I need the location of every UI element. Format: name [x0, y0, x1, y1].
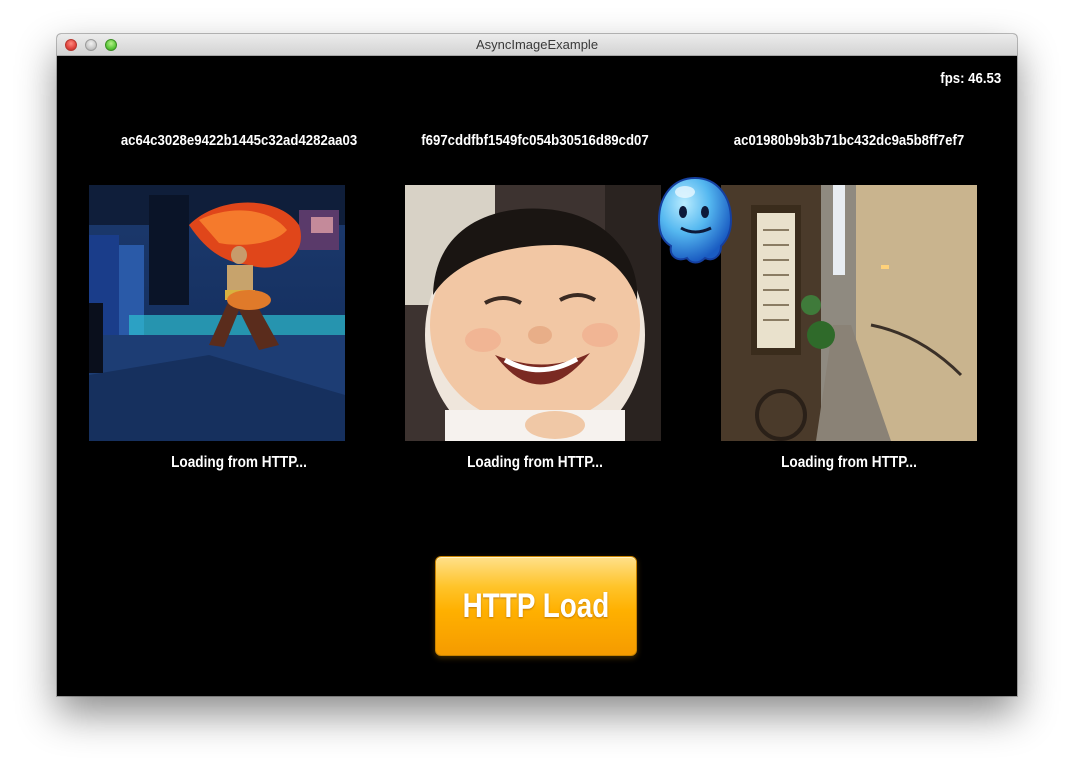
image-alley — [721, 185, 977, 441]
image-hash-label: f697cddfbf1549fc054b30516d89cd07 — [421, 132, 649, 149]
image-baby — [405, 185, 661, 441]
blue-blob-mascot-icon — [655, 174, 735, 274]
window-title: AsyncImageExample — [475, 37, 599, 52]
image-status: Loading from HTTP... — [467, 454, 603, 471]
app-window: AsyncImageExample fps: 46.53 ac64c3028e9… — [57, 34, 1017, 696]
image-hash-label: ac01980b9b3b71bc432dc9a5b8ff7ef7 — [733, 132, 965, 149]
image-status: Loading from HTTP... — [781, 454, 917, 471]
http-load-button[interactable]: HTTP Load — [435, 556, 637, 656]
app-canvas: fps: 46.53 ac64c3028e9422b1445c32ad4282a… — [57, 56, 1017, 696]
fps-counter: fps: 46.53 — [940, 70, 1001, 87]
title-bar[interactable]: AsyncImageExample — [57, 34, 1017, 56]
image-status: Loading from HTTP... — [171, 454, 307, 471]
http-load-button-label: HTTP Load — [462, 587, 610, 625]
image-hash-label: ac64c3028e9422b1445c32ad4282aa03 — [120, 132, 358, 149]
image-dancer — [89, 185, 345, 441]
